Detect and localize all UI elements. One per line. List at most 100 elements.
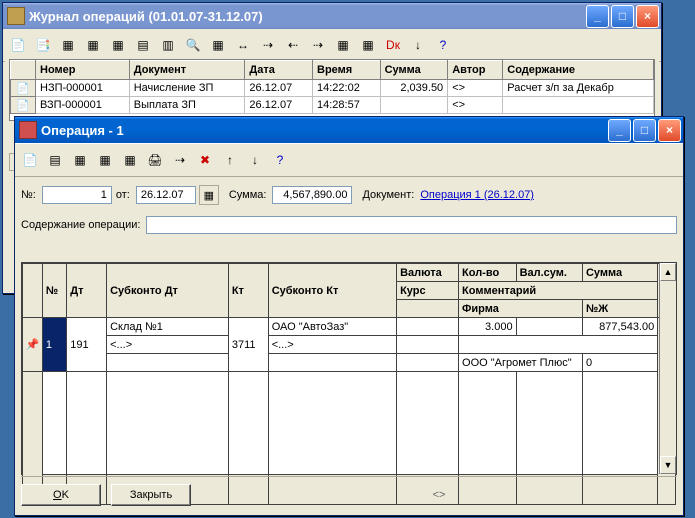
maximize-button[interactable]: □ xyxy=(633,119,656,142)
journal-title: Журнал операций (01.01.07-31.12.07) xyxy=(29,9,263,24)
close-button[interactable]: Закрыть xyxy=(111,484,191,506)
tb-icon[interactable]: ↔ xyxy=(232,34,254,56)
col-time[interactable]: Время xyxy=(313,61,381,80)
close-button[interactable]: × xyxy=(636,5,659,28)
cell-sum: 877,543.00 xyxy=(582,318,657,336)
table-row[interactable]: 📄 ВЗП-000001 Выплата ЗП 26.12.07 14:28:5… xyxy=(11,97,654,114)
content-row: Содержание операции: xyxy=(15,213,683,237)
tb-icon[interactable]: ↓ xyxy=(407,34,429,56)
date-input[interactable] xyxy=(136,186,196,204)
entries-grid[interactable]: № Дт Субконто Дт Кт Субконто Кт Валюта К… xyxy=(21,262,677,475)
label-sum: Сумма: xyxy=(229,189,267,201)
cell-kol: 3.000 xyxy=(459,318,517,336)
app-icon xyxy=(7,7,25,25)
tb-icon[interactable]: ▦ xyxy=(332,34,354,56)
cell-sdt1: Склад №1 xyxy=(107,318,229,336)
tb-icon[interactable]: 📑 xyxy=(32,34,54,56)
tb-icon[interactable]: ▦ xyxy=(357,34,379,56)
row-icon: 📄 xyxy=(11,97,36,114)
help-icon[interactable]: ? xyxy=(432,34,454,56)
col-nz[interactable]: №Ж xyxy=(582,300,657,318)
tb-icon[interactable]: 🖨 xyxy=(144,149,166,171)
sum-input[interactable] xyxy=(272,186,352,204)
number-input[interactable] xyxy=(42,186,112,204)
col-sdt[interactable]: Субконто Дт xyxy=(107,264,229,318)
operation-window: Операция - 1 _ □ × 📄 ▤ ▦ ▦ ▦ 🖨 ⇢ ✖ ↑ ↓ ?… xyxy=(14,116,684,516)
scroll-up-button[interactable]: ▲ xyxy=(660,263,676,281)
col-vs[interactable]: Вал.сум. xyxy=(516,264,582,282)
cell-n[interactable]: 1 xyxy=(42,318,66,372)
help-icon[interactable]: ? xyxy=(269,149,291,171)
tb-icon[interactable]: ▦ xyxy=(94,149,116,171)
tb-icon[interactable]: 📄 xyxy=(19,149,41,171)
cell-firma: ООО "Агромет Плюс" xyxy=(459,354,583,372)
operation-body: 📄 ▤ ▦ ▦ ▦ 🖨 ⇢ ✖ ↑ ↓ ? №: от: ▦ Сумма: До… xyxy=(15,143,683,515)
journal-toolbar: 📄 📑 ▦ ▦ ▦ ▤ ▥ 🔍 ▦ ↔ ⇢ ⇠ ⇢ ▦ ▦ Dк ↓ ? xyxy=(3,29,661,62)
close-button[interactable]: × xyxy=(658,119,681,142)
operation-toolbar: 📄 ▤ ▦ ▦ ▦ 🖨 ⇢ ✖ ↑ ↓ ? xyxy=(15,144,683,177)
tb-icon[interactable]: ▦ xyxy=(57,34,79,56)
col-document[interactable]: Документ xyxy=(129,61,245,80)
journal-titlebar[interactable]: Журнал операций (01.01.07-31.12.07) _ □ … xyxy=(3,3,661,29)
col-content[interactable]: Содержание xyxy=(503,61,654,80)
tb-icon[interactable]: ▦ xyxy=(82,34,104,56)
vertical-scrollbar[interactable]: ▲ ▼ xyxy=(659,263,676,474)
scroll-down-button[interactable]: ▼ xyxy=(660,456,676,474)
operation-titlebar[interactable]: Операция - 1 _ □ × xyxy=(15,117,683,143)
journal-grid[interactable]: Номер Документ Дата Время Сумма Автор Со… xyxy=(9,59,655,121)
tb-icon[interactable]: ⇢ xyxy=(307,34,329,56)
label-from: от: xyxy=(116,189,130,201)
document-link[interactable]: Операция 1 (26.12.07) xyxy=(420,189,534,201)
tb-icon[interactable]: ▥ xyxy=(157,34,179,56)
col-sum[interactable]: Сумма xyxy=(582,264,657,282)
tb-icon[interactable]: ⇢ xyxy=(257,34,279,56)
tb-icon[interactable]: ▤ xyxy=(44,149,66,171)
tb-icon[interactable]: 🔍 xyxy=(182,34,204,56)
tb-icon[interactable]: ▦ xyxy=(107,34,129,56)
label-document: Документ: xyxy=(362,189,414,201)
col-kurs[interactable]: Курс xyxy=(397,282,459,300)
table-row[interactable]: <...> <...> xyxy=(23,336,676,354)
maximize-button[interactable]: □ xyxy=(611,5,634,28)
tb-icon[interactable]: ▦ xyxy=(69,149,91,171)
col-kol[interactable]: Кол-во xyxy=(459,264,517,282)
minimize-button[interactable]: _ xyxy=(608,119,631,142)
tb-icon[interactable]: ▦ xyxy=(119,149,141,171)
header-row: №: от: ▦ Сумма: Документ: Операция 1 (26… xyxy=(15,177,683,213)
row-marker-icon: 📌 xyxy=(23,318,43,372)
cell-kt: 3711 xyxy=(228,318,268,372)
col-author[interactable]: Автор xyxy=(448,61,503,80)
tb-icon[interactable]: ✖ xyxy=(194,149,216,171)
col-sum[interactable]: Сумма xyxy=(380,61,448,80)
minimize-button[interactable]: _ xyxy=(586,5,609,28)
col-n[interactable]: № xyxy=(42,264,66,318)
tb-icon[interactable]: ⇢ xyxy=(169,149,191,171)
cell-nz: 0 xyxy=(582,354,657,372)
tb-icon[interactable]: 📄 xyxy=(7,34,29,56)
tb-icon[interactable]: ↑ xyxy=(219,149,241,171)
table-row[interactable]: 📌 1 191 Склад №1 3711 ОАО "АвтоЗаз" 3.00… xyxy=(23,318,676,336)
tb-icon[interactable]: ▤ xyxy=(132,34,154,56)
tb-icon[interactable]: ↓ xyxy=(244,149,266,171)
tb-icon[interactable]: ▦ xyxy=(207,34,229,56)
cell-sdt2: <...> xyxy=(107,336,229,354)
button-bar: OOKK Закрыть <> xyxy=(21,476,677,509)
col-date[interactable]: Дата xyxy=(245,61,313,80)
app-icon xyxy=(19,121,37,139)
cell-skt2: <...> xyxy=(268,336,396,354)
col-firma[interactable]: Фирма xyxy=(459,300,583,318)
col-skt[interactable]: Субконто Кт xyxy=(268,264,396,318)
tb-icon[interactable]: ⇠ xyxy=(282,34,304,56)
operation-title: Операция - 1 xyxy=(41,123,124,138)
col-kt[interactable]: Кт xyxy=(228,264,268,318)
col-dt[interactable]: Дт xyxy=(67,264,107,318)
col-val[interactable]: Валюта xyxy=(397,264,459,282)
content-input[interactable] xyxy=(146,216,677,234)
ok-button[interactable]: OOKK xyxy=(21,484,101,506)
table-row[interactable]: 📄 НЗП-000001 Начисление ЗП 26.12.07 14:2… xyxy=(11,80,654,97)
table-row[interactable]: ООО "Агромет Плюс" 0 xyxy=(23,354,676,372)
tb-icon[interactable]: Dк xyxy=(382,34,404,56)
date-picker-button[interactable]: ▦ xyxy=(199,185,219,205)
col-kom[interactable]: Комментарий xyxy=(459,282,658,300)
col-number[interactable]: Номер xyxy=(36,61,130,80)
